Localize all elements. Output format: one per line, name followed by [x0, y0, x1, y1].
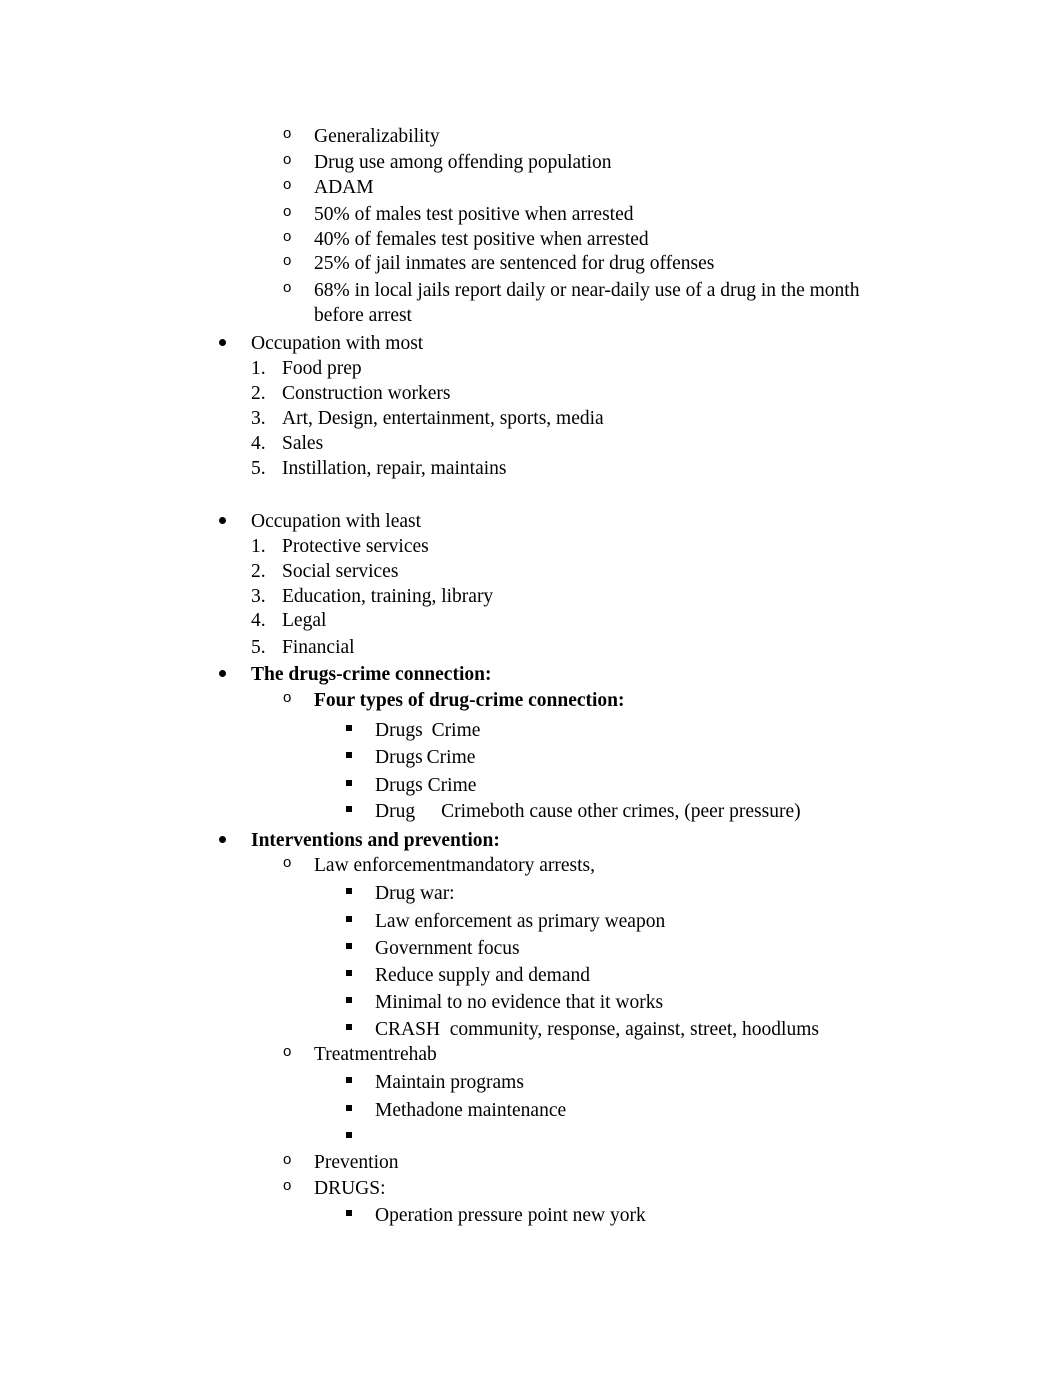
- circle-bullet-icon: o: [283, 279, 292, 296]
- square-bullet-icon: [346, 1077, 352, 1083]
- list-number: 3.: [251, 408, 266, 429]
- list-item: Drugs Crime: [375, 720, 480, 742]
- list-item: Drugs Crime: [375, 775, 476, 797]
- list-item: Education, training, library: [282, 586, 494, 607]
- disc-bullet-icon: [219, 517, 226, 524]
- type-right: Crime: [426, 747, 476, 768]
- list-item: Art, Design, entertainment, sports, medi…: [282, 408, 604, 429]
- list-item: 50% of males test positive when arrested: [314, 204, 634, 225]
- list-item: Drug Crimeboth cause other crimes, (peer …: [375, 801, 801, 823]
- list-number: 1.: [251, 536, 266, 557]
- list-item: Generalizability: [314, 126, 440, 147]
- law-enforcement-label: Law enforcement: [314, 855, 451, 876]
- square-bullet-icon: [346, 1024, 352, 1030]
- list-item: Operation pressure point new york: [375, 1205, 646, 1226]
- list-item: Drug use among offending population: [314, 152, 612, 173]
- square-bullet-icon: [346, 997, 352, 1003]
- list-item: CRASH community, response, against, stre…: [375, 1019, 819, 1040]
- list-item: ADAM: [314, 177, 374, 198]
- list-number: 3.: [251, 586, 266, 607]
- square-bullet-icon: [346, 725, 352, 731]
- square-bullet-icon: [346, 780, 352, 786]
- square-bullet-icon: [346, 1105, 352, 1111]
- list-item: Reduce supply and demand: [375, 965, 590, 986]
- circle-bullet-icon: o: [283, 125, 292, 142]
- list-item: Food prep: [282, 358, 362, 379]
- list-item: Legal: [282, 610, 327, 631]
- section-heading: The drugs-crime connection:: [251, 664, 492, 685]
- circle-bullet-icon: o: [283, 151, 292, 168]
- square-bullet-icon: [346, 752, 352, 758]
- type-left: Drugs: [375, 720, 423, 741]
- section-heading: Occupation with most: [251, 333, 424, 354]
- document-page: o Generalizability o Drug use among offe…: [0, 0, 1062, 1376]
- subsection-heading: Prevention: [314, 1152, 399, 1173]
- list-number: 5.: [251, 637, 266, 658]
- treatment-suffix: rehab: [393, 1044, 437, 1065]
- list-item: 25% of jail inmates are sentenced for dr…: [314, 253, 715, 274]
- list-item: Law enforcement as primary weapon: [375, 911, 666, 932]
- list-item: 40% of females test positive when arrest…: [314, 229, 649, 250]
- type-right: Crime: [431, 720, 481, 741]
- list-item: Instillation, repair, maintains: [282, 458, 507, 479]
- subsection-heading: Treatmentrehab: [314, 1044, 437, 1066]
- list-number: 2.: [251, 561, 266, 582]
- square-bullet-icon: [346, 806, 352, 812]
- section-heading: Occupation with least: [251, 511, 422, 532]
- subsection-heading: DRUGS:: [314, 1178, 386, 1199]
- type-note: both cause other crimes, (peer pressure): [489, 801, 801, 822]
- list-item: Methadone maintenance: [375, 1100, 567, 1121]
- square-bullet-icon: [346, 1132, 352, 1138]
- section-heading: Interventions and prevention:: [251, 830, 500, 851]
- list-number: 4.: [251, 433, 266, 454]
- list-item-continuation: before arrest: [314, 305, 412, 326]
- type-right: Crime: [441, 801, 490, 822]
- type-left: Drug: [375, 801, 416, 822]
- circle-bullet-icon: o: [283, 1151, 292, 1168]
- circle-bullet-icon: o: [283, 176, 292, 193]
- circle-bullet-icon: o: [283, 1043, 292, 1060]
- list-item: Drug war:: [375, 883, 455, 904]
- list-item: Financial: [282, 637, 355, 658]
- list-item: Sales: [282, 433, 324, 454]
- list-number: 2.: [251, 383, 266, 404]
- circle-bullet-icon: o: [283, 1177, 292, 1194]
- list-number: 5.: [251, 458, 266, 479]
- square-bullet-icon: [346, 916, 352, 922]
- list-item: Minimal to no evidence that it works: [375, 992, 664, 1013]
- disc-bullet-icon: [219, 339, 226, 346]
- square-bullet-icon: [346, 943, 352, 949]
- circle-bullet-icon: o: [283, 203, 292, 220]
- square-bullet-icon: [346, 1210, 352, 1216]
- type-left: Drugs: [375, 747, 423, 768]
- list-item: Social services: [282, 561, 399, 582]
- disc-bullet-icon: [219, 670, 226, 677]
- disc-bullet-icon: [219, 836, 226, 843]
- list-item: 68% in local jails report daily or near-…: [314, 280, 860, 301]
- circle-bullet-icon: o: [283, 689, 292, 706]
- circle-bullet-icon: o: [283, 228, 292, 245]
- type-left: Drugs: [375, 775, 423, 796]
- type-right: Crime: [427, 775, 477, 796]
- list-item: Maintain programs: [375, 1072, 524, 1093]
- circle-bullet-icon: o: [283, 854, 292, 871]
- list-item: Drugs Crime: [375, 747, 475, 769]
- treatment-label: Treatment: [314, 1044, 394, 1065]
- square-bullet-icon: [346, 888, 352, 894]
- subsection-heading: Law enforcementmandatory arrests,: [314, 855, 595, 877]
- subsection-heading: Four types of drug-crime connection:: [314, 690, 625, 711]
- list-item: Protective services: [282, 536, 429, 557]
- list-number: 1.: [251, 358, 266, 379]
- list-item: Construction workers: [282, 383, 451, 404]
- list-item: Government focus: [375, 938, 520, 959]
- circle-bullet-icon: o: [283, 252, 292, 269]
- square-bullet-icon: [346, 970, 352, 976]
- list-number: 4.: [251, 610, 266, 631]
- law-enforcement-suffix: mandatory arrests,: [450, 855, 596, 876]
